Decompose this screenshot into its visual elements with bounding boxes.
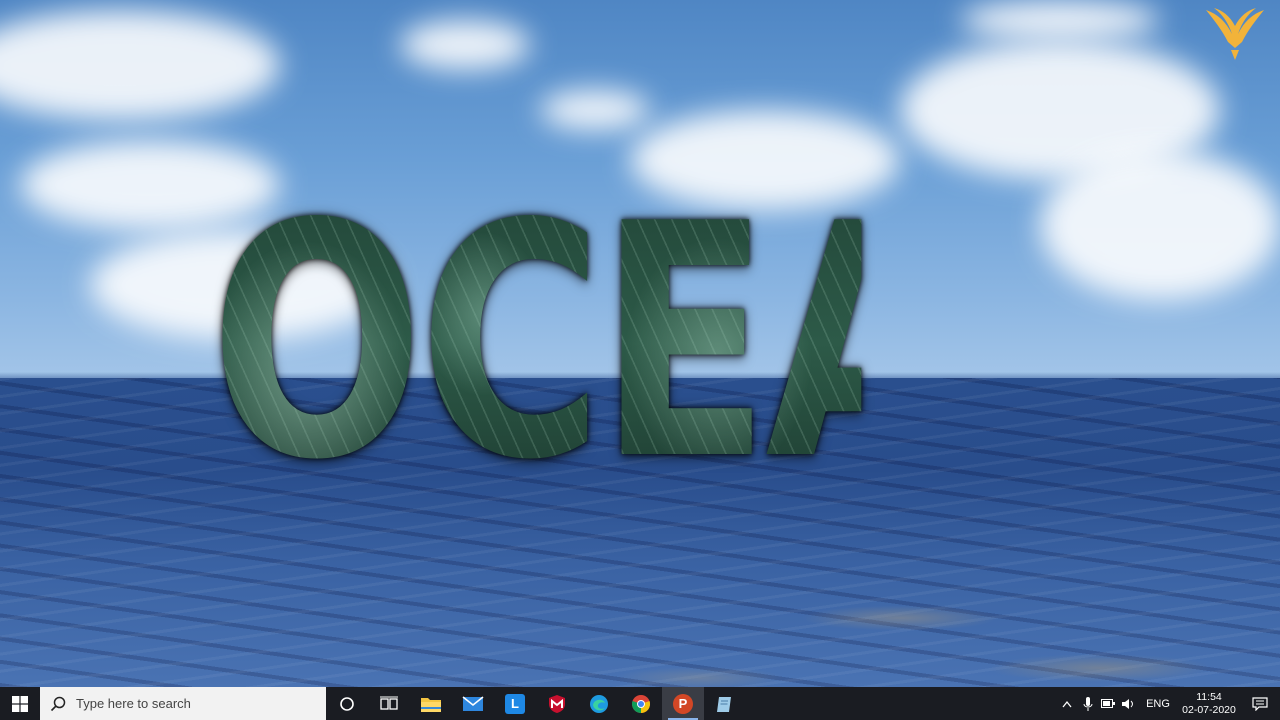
cloud	[540, 90, 650, 130]
eagle-logo-icon	[1206, 8, 1264, 60]
mail-icon	[462, 695, 484, 711]
battery-icon	[1101, 699, 1115, 708]
show-hidden-icons-button[interactable]	[1056, 687, 1078, 720]
notepad-icon	[717, 696, 731, 712]
clock[interactable]: 11:54 02-07-2020	[1178, 691, 1240, 717]
microphone-icon	[1083, 696, 1093, 711]
slide-canvas: OCEAN	[0, 0, 1280, 687]
microphone-button[interactable]	[1078, 687, 1098, 720]
taskbar-mail[interactable]	[452, 687, 494, 720]
cloud	[960, 0, 1160, 40]
language-indicator[interactable]: ENG	[1138, 687, 1178, 720]
cortana-circle-icon	[340, 696, 354, 711]
windows-start-icon	[12, 695, 28, 712]
volume-icon	[1122, 698, 1133, 709]
task-view-icon	[380, 696, 398, 710]
battery-button[interactable]	[1098, 687, 1118, 720]
notification-icon	[1252, 696, 1268, 711]
taskbar-powerpoint[interactable]: P	[662, 687, 704, 720]
file-explorer-icon	[421, 697, 441, 712]
search-placeholder: Type here to search	[76, 696, 191, 711]
taskbar-l-app[interactable]: L	[494, 687, 536, 720]
powerpoint-icon: P	[673, 693, 693, 714]
mcafee-icon	[549, 694, 565, 713]
taskbar: Type here to search L P ENG 11:54 02-07-…	[0, 687, 1280, 720]
language-label: ENG	[1146, 697, 1170, 710]
slide-title: OCEAN	[210, 155, 1161, 530]
taskbar-mcafee[interactable]	[536, 687, 578, 720]
taskbar-notepad[interactable]	[704, 687, 746, 720]
search-icon	[50, 696, 66, 711]
chevron-up-icon	[1062, 700, 1072, 707]
taskbar-file-explorer[interactable]	[410, 687, 452, 720]
taskbar-edge[interactable]	[578, 687, 620, 720]
taskbar-chrome[interactable]	[620, 687, 662, 720]
action-center-button[interactable]	[1240, 687, 1280, 720]
cloud	[400, 20, 530, 70]
clock-date: 02-07-2020	[1182, 703, 1236, 716]
start-button[interactable]	[0, 687, 40, 720]
clock-time: 11:54	[1196, 690, 1222, 703]
system-tray: ENG 11:54 02-07-2020	[1056, 687, 1280, 720]
volume-button[interactable]	[1118, 687, 1138, 720]
chrome-icon	[631, 694, 651, 713]
taskbar-search-box[interactable]: Type here to search	[40, 687, 326, 720]
l-app-icon: L	[505, 693, 525, 714]
cloud	[0, 10, 280, 120]
task-view-button[interactable]	[368, 687, 410, 720]
edge-icon	[590, 694, 608, 713]
cortana-button[interactable]	[326, 687, 368, 720]
